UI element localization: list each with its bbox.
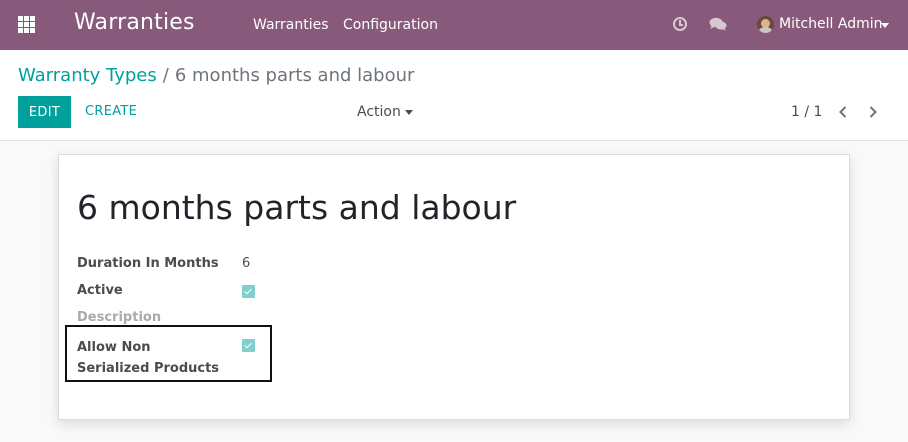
apps-grid-icon[interactable]: [18, 16, 37, 33]
chevron-left-icon[interactable]: [836, 104, 850, 120]
breadcrumb-current: 6 months parts and labour: [174, 65, 415, 86]
record-title: 6 months parts and labour: [77, 188, 517, 227]
highlight-box: [65, 325, 272, 382]
field-label-active: Active: [77, 283, 123, 298]
caret-down-icon[interactable]: [881, 23, 889, 28]
chevron-right-icon[interactable]: [866, 104, 880, 120]
app-title[interactable]: Warranties: [74, 10, 195, 35]
field-label-description: Description: [77, 310, 162, 325]
menu-warranties[interactable]: Warranties: [253, 17, 329, 33]
user-menu[interactable]: Mitchell Admin: [779, 16, 883, 32]
action-dropdown[interactable]: Action: [357, 104, 401, 120]
breadcrumb-separator: /: [162, 65, 169, 86]
chat-icon[interactable]: [709, 17, 727, 31]
caret-down-icon[interactable]: [405, 110, 413, 115]
active-checkbox[interactable]: [242, 285, 255, 298]
top-navbar: Warranties Warranties Configuration Mitc…: [0, 0, 908, 50]
field-label-duration: Duration In Months: [77, 256, 219, 271]
breadcrumb: Warranty Types/6 months parts and labour: [18, 65, 414, 86]
avatar[interactable]: [757, 16, 774, 33]
pager-value[interactable]: 1 / 1: [791, 104, 822, 120]
create-button[interactable]: CREATE: [85, 104, 137, 119]
menu-configuration[interactable]: Configuration: [343, 17, 438, 33]
clock-icon[interactable]: [673, 17, 687, 31]
field-value-duration: 6: [242, 256, 251, 271]
breadcrumb-parent-link[interactable]: Warranty Types: [18, 65, 157, 86]
control-panel: Warranty Types/6 months parts and labour…: [0, 50, 908, 141]
edit-button[interactable]: EDIT: [18, 96, 71, 128]
